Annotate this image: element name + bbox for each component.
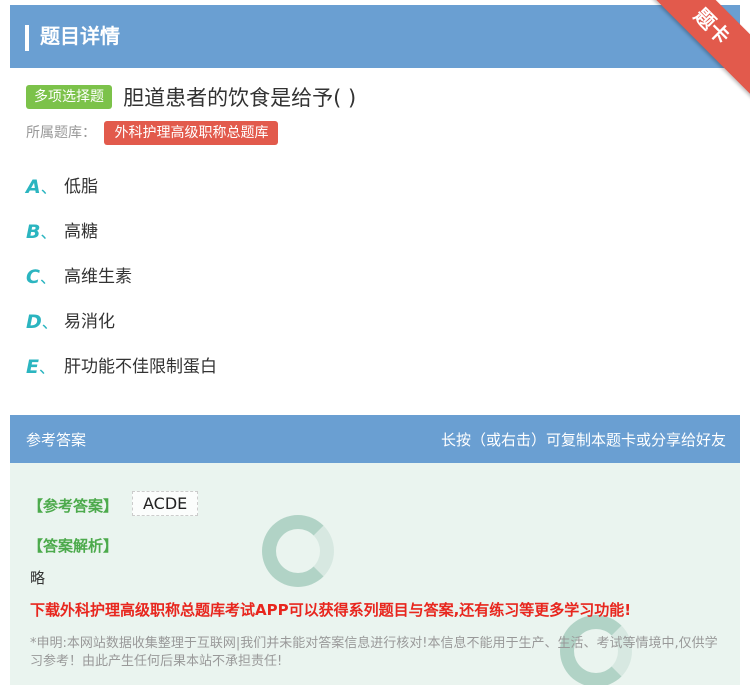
option-letter: D、 — [26, 311, 58, 333]
answer-label: 【参考答案】 — [28, 497, 119, 515]
options-list: A、 低脂 B、 高糖 C、 高维生素 D、 易消化 E、 肝功能不佳限制蛋白 — [26, 173, 217, 398]
option-d[interactable]: D、 易消化 — [26, 308, 217, 353]
question-type-tag: 多项选择题 — [26, 85, 112, 109]
option-text: 高维生素 — [64, 267, 132, 287]
option-c[interactable]: C、 高维生素 — [26, 263, 217, 308]
question-row: 多项选择题 胆道患者的饮食是给予( ) — [26, 82, 726, 112]
option-b[interactable]: B、 高糖 — [26, 218, 217, 263]
answer-panel-header: 参考答案 长按（或右击）可复制本题卡或分享给好友 — [10, 415, 740, 463]
question-bank-link[interactable]: 外科护理高级职称总题库 — [104, 121, 279, 145]
share-hint: 长按（或右击）可复制本题卡或分享给好友 — [440, 431, 726, 449]
option-letter: A、 — [26, 176, 57, 198]
option-letter: B、 — [26, 221, 57, 243]
question-bank-row: 所属题库： 外科护理高级职称总题库 — [26, 121, 279, 145]
answer-panel-title: 参考答案 — [26, 431, 87, 449]
question-card: 题目详情 题卡 多项选择题 胆道患者的饮食是给予( ) 所属题库： 外科护理高级… — [10, 0, 750, 685]
page-title: 题目详情 — [40, 24, 120, 48]
explanation-value: 略 — [30, 569, 46, 587]
header-accent-bar — [25, 25, 29, 51]
option-text: 肝功能不佳限制蛋白 — [64, 357, 217, 377]
option-letter: E、 — [26, 356, 55, 378]
question-text: 胆道患者的饮食是给予( ) — [123, 86, 357, 110]
option-letter: C、 — [26, 266, 56, 288]
option-text: 低脂 — [64, 177, 98, 197]
answer-panel[interactable]: 参考答案 长按（或右击）可复制本题卡或分享给好友 【参考答案】 ACDE 【答案… — [10, 415, 740, 685]
disclaimer-text: *申明:本网站数据收集整理于互联网|我们并未能对答案信息进行核对!本信息不能用于… — [30, 636, 718, 669]
option-a[interactable]: A、 低脂 — [26, 173, 217, 218]
answer-value[interactable]: ACDE — [132, 491, 199, 516]
question-bank-label: 所属题库： — [26, 125, 96, 141]
option-text: 易消化 — [64, 312, 115, 332]
option-text: 高糖 — [64, 222, 98, 242]
option-e[interactable]: E、 肝功能不佳限制蛋白 — [26, 353, 217, 398]
app-download-promo[interactable]: 下载外科护理高级职称总题库考试APP可以获得系列题目与答案,还有练习等更多学习功… — [30, 599, 631, 620]
watermark-logo-icon — [262, 515, 334, 587]
explanation-label: 【答案解析】 — [28, 537, 119, 555]
